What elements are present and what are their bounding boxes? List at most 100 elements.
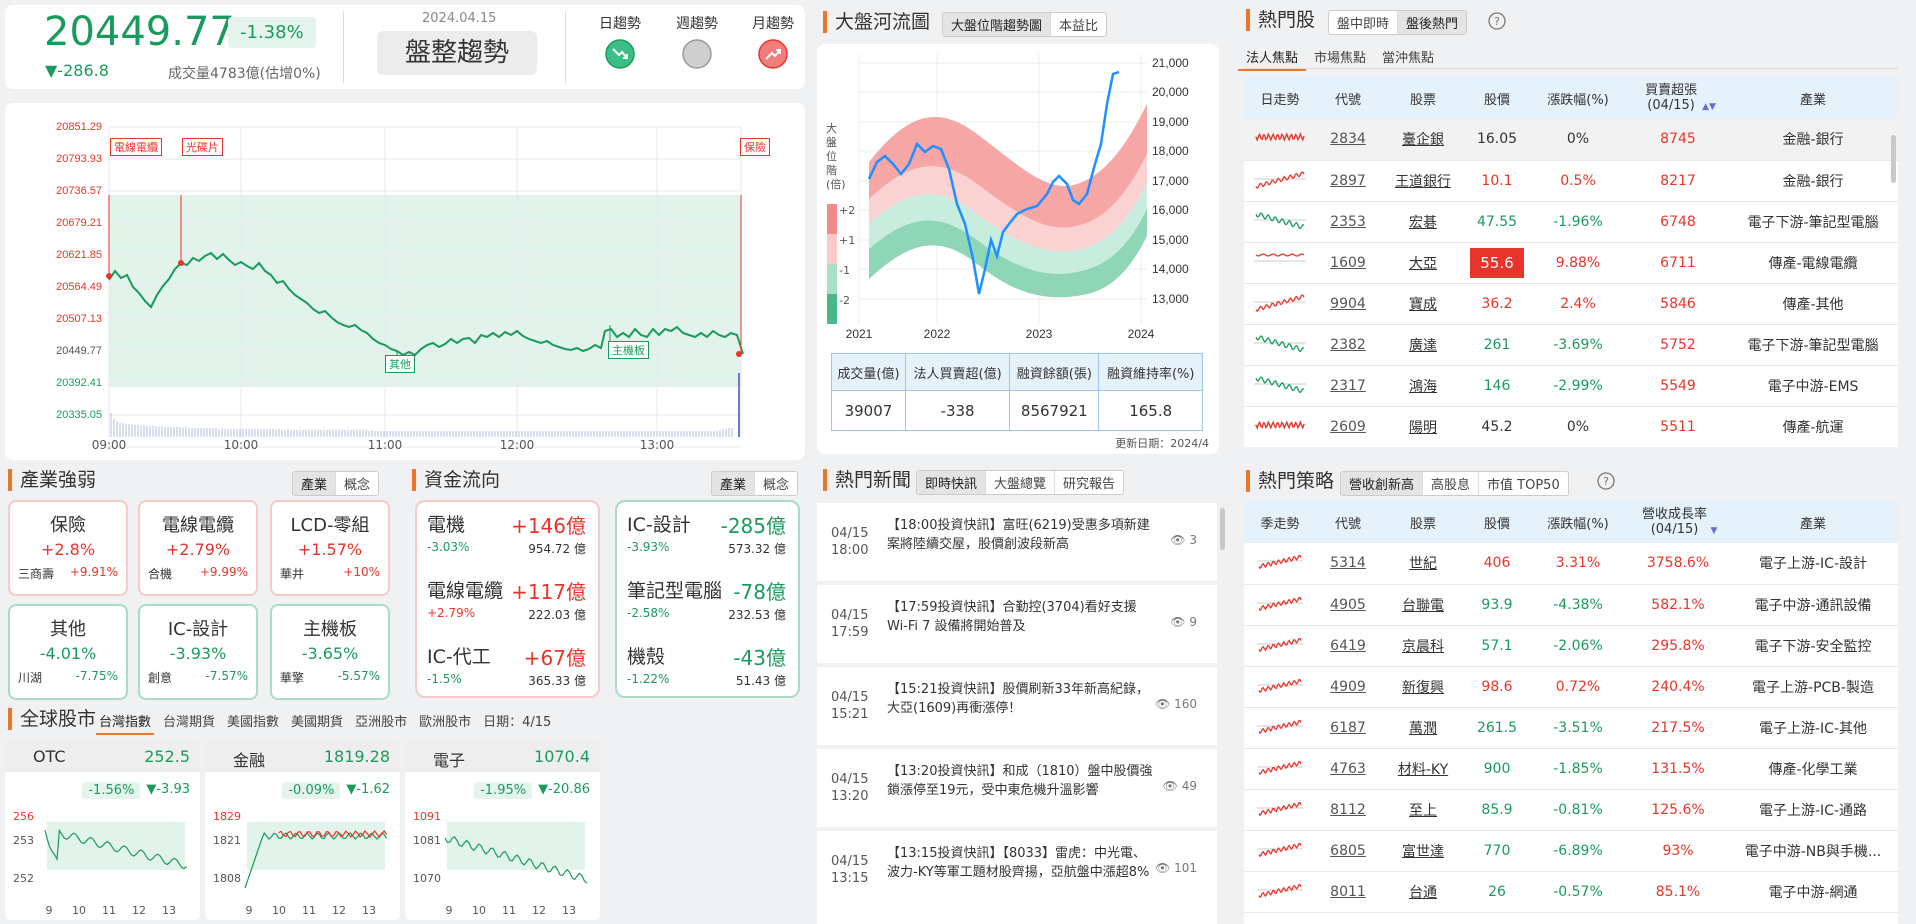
stock-code[interactable]: 4905 [1316,584,1380,626]
stock-code[interactable]: 4763 [1316,748,1380,790]
annotation-tag[interactable]: 其他 [385,355,415,373]
stock-code[interactable]: 6187 [1316,707,1380,749]
stock-code[interactable]: 8011 [1316,871,1380,913]
stock-code[interactable]: 6805 [1316,830,1380,872]
annotation-tag[interactable]: 光碟片 [182,138,223,156]
tab-high-dividend[interactable]: 高股息 [1422,472,1479,495]
news-headline[interactable]: 【13:15投資快訊】【8033】雷虎：中光電、波力-KY等軍工題材股齊揚，亞航… [887,844,1155,882]
stock-name[interactable]: 大亞 [1380,242,1466,284]
stock-name[interactable]: 新復興 [1380,666,1466,708]
stock-name[interactable]: 廣達 [1380,324,1466,366]
col-header[interactable]: 營收成長率(04/15) ▼ [1628,501,1728,543]
river-chart[interactable]: 21,000 20,000 19,000 18,000 17,000 16,00… [817,44,1219,454]
annotation-tag[interactable]: 主機板 [608,341,649,359]
news-headline[interactable]: 【13:20投資快訊】和成（1810）盤中股價強鎖漲停至19元，受中東危機升溫影… [887,762,1155,800]
stock-name[interactable]: 陽明 [1380,406,1466,447]
annotation-tag[interactable]: 電線電纜 [110,138,162,156]
table-row[interactable]: 6419 京晨科 57.1 -2.06% 295.8% 電子下游-安全監控 [1244,625,1898,667]
table-row[interactable]: 9904 寶成 36.2 2.4% 5846 傳產-其他 [1244,283,1898,325]
stock-code[interactable]: 2382 [1316,324,1380,366]
table-row[interactable]: 2609 陽明 45.2 0% 5511 傳產-航運 [1244,406,1898,447]
trend-month[interactable]: 月趨勢 [742,13,804,74]
tab-tw-index[interactable]: 台灣指數 [96,711,155,735]
flow-row[interactable]: 電線電纜 +117億 +2.79% 222.03 億 [417,568,598,634]
leader-stock[interactable]: 三商壽 [18,565,54,582]
table-row[interactable]: 2897 王道銀行 10.1 0.5% 8217 金融-銀行 [1244,160,1898,202]
news-item[interactable]: 04/15 13:20 【13:20投資快訊】和成（1810）盤中股價強鎖漲停至19… [817,749,1217,827]
hot-tabs[interactable]: 盤中即時 盤後熱門 [1328,10,1468,35]
tab-intraday[interactable]: 盤中即時 [1329,11,1398,34]
global-index-card[interactable]: 金融 1819.28 -0.09% ▼-1.62 1829 1821 1808 9 10 11 12… [205,740,400,920]
news-item[interactable]: 04/15 18:00 【18:00投資快訊】富旺(6219)受惠多項新建案將陸續交… [817,503,1217,581]
stock-code[interactable]: 5314 [1316,543,1380,585]
table-row[interactable]: 8112 至上 85.9 -0.81% 125.6% 電子上游-IC-通路 [1244,789,1898,831]
tab-pe[interactable]: 本益比 [1050,13,1107,36]
news-item[interactable]: 04/15 15:21 【15:21投資快訊】股價刷新33年新高紀錄，大亞(1609… [817,667,1217,745]
stock-code[interactable]: 2897 [1316,160,1380,202]
tab-flash[interactable]: 即時快訊 [917,471,986,494]
tab-concept[interactable]: 概念 [754,472,798,495]
stock-name[interactable]: 寶成 [1380,283,1466,325]
tab-industry[interactable]: 產業 [712,472,755,495]
stock-code[interactable]: 2353 [1316,201,1380,243]
stock-name[interactable]: 宏碁 [1380,201,1466,243]
stock-code[interactable]: 1609 [1316,242,1380,284]
tab-us-futures[interactable]: 美國期貨 [288,711,346,735]
stock-name[interactable]: 台通 [1380,871,1466,913]
industry-card[interactable]: 主機板 -3.65% 華擎 -5.57% [270,604,390,700]
flow-row[interactable]: 電機 +146億 -3.03% 954.72 億 [417,502,598,568]
tab-us-index[interactable]: 美國指數 [224,711,282,735]
global-tabs[interactable]: 台灣指數 台灣期貨 美國指數 美國期貨 亞洲股市 歐洲股市 日期：4/15 [96,711,554,735]
table-row[interactable]: 8011 台通 26 -0.57% 85.1% 電子中游-網通 [1244,871,1898,913]
tab-industry[interactable]: 產業 [293,472,336,495]
trend-label[interactable]: 盤整趨勢 [377,31,537,75]
flow-row[interactable]: IC-設計 -285億 -3.93% 573.32 億 [617,502,798,568]
industry-card[interactable]: IC-設計 -3.93% 創意 -7.57% [138,604,258,700]
table-row[interactable]: 2382 廣達 261 -3.69% 5752 電子下游-筆記型電腦 [1244,324,1898,366]
tab-revenue-high[interactable]: 營收創新高 [1341,472,1423,495]
stock-name[interactable]: 世紀 [1380,543,1466,585]
stock-name[interactable]: 王道銀行 [1380,160,1466,202]
tab-river[interactable]: 大盤位階趨勢圖 [943,13,1051,36]
flow-row[interactable]: IC-代工 +67億 -1.5% 365.33 億 [417,634,598,700]
global-index-card[interactable]: OTC 252.5 -1.56% ▼-3.93 256 253 252 9 10 11 12 13 [5,740,200,920]
stock-code[interactable]: 2317 [1316,365,1380,407]
stock-name[interactable]: 富世達 [1380,830,1466,872]
stock-name[interactable]: 萬潤 [1380,707,1466,749]
table-row[interactable]: 2834 臺企銀 16.05 0% 8745 金融-銀行 [1244,119,1898,161]
tab-tw-futures[interactable]: 台灣期貨 [160,711,218,735]
stock-name[interactable]: 材料-KY [1380,748,1466,790]
tab-europe[interactable]: 歐洲股市 [416,711,474,735]
stock-code[interactable]: 4909 [1316,666,1380,708]
news-headline[interactable]: 【18:00投資快訊】富旺(6219)受惠多項新建案將陸續交屋，股價創波段新高 [887,516,1155,554]
tab-research[interactable]: 研究報告 [1054,471,1124,494]
table-row[interactable]: 6805 富世達 770 -6.89% 93% 電子中游-NB與手機... [1244,830,1898,872]
news-tabs[interactable]: 即時快訊 大盤總覽 研究報告 [916,470,1125,495]
table-row[interactable]: 4905 台聯電 93.9 -4.38% 582.1% 電子中游-通訊設備 [1244,584,1898,626]
scrollbar[interactable] [1220,508,1225,550]
strategy-tabs[interactable]: 營收創新高 高股息 市值 TOP50 [1340,471,1569,496]
col-header[interactable]: 買賣超張(04/15) ▲▼ [1628,77,1728,119]
leader-stock[interactable]: 合機 [148,565,172,582]
leader-stock[interactable]: 川湖 [18,669,42,686]
trend-day[interactable]: 日趨勢 [589,13,651,74]
leader-stock[interactable]: 華井 [280,565,304,582]
intraday-chart[interactable]: 20851.29 20793.93 20736.57 20679.21 2062… [5,103,805,460]
stock-name[interactable]: 台聯電 [1380,584,1466,626]
table-row[interactable]: 2353 宏碁 47.55 -1.96% 6748 電子下游-筆記型電腦 [1244,201,1898,243]
global-index-card[interactable]: 電子 1070.4 -1.95% ▼-20.86 1091 1081 1070 9 10 11 12… [405,740,600,920]
help-icon[interactable]: ? [1597,472,1615,490]
industry-card[interactable]: 保險 +2.8% 三商壽 +9.91% [8,500,128,596]
stock-name[interactable]: 鴻海 [1380,365,1466,407]
stock-code[interactable]: 9904 [1316,283,1380,325]
news-item[interactable]: 04/15 17:59 【17:59投資快訊】合勤控(3704)看好支援 Wi-Fi… [817,585,1217,663]
leader-stock[interactable]: 創意 [148,669,172,686]
stock-code[interactable]: 8112 [1316,789,1380,831]
scrollbar[interactable] [1891,135,1896,183]
news-item[interactable]: 04/15 13:15 【13:15投資快訊】【8033】雷虎：中光電、波力-KY等… [817,831,1217,924]
river-tabs[interactable]: 大盤位階趨勢圖 本益比 [942,12,1108,37]
stock-code[interactable]: 2834 [1316,119,1380,161]
stock-name[interactable]: 至上 [1380,789,1466,831]
flow-row[interactable]: 機殼 -43億 -1.22% 51.43 億 [617,634,798,700]
table-row[interactable]: 2317 鴻海 146 -2.99% 5549 電子中游-EMS [1244,365,1898,407]
